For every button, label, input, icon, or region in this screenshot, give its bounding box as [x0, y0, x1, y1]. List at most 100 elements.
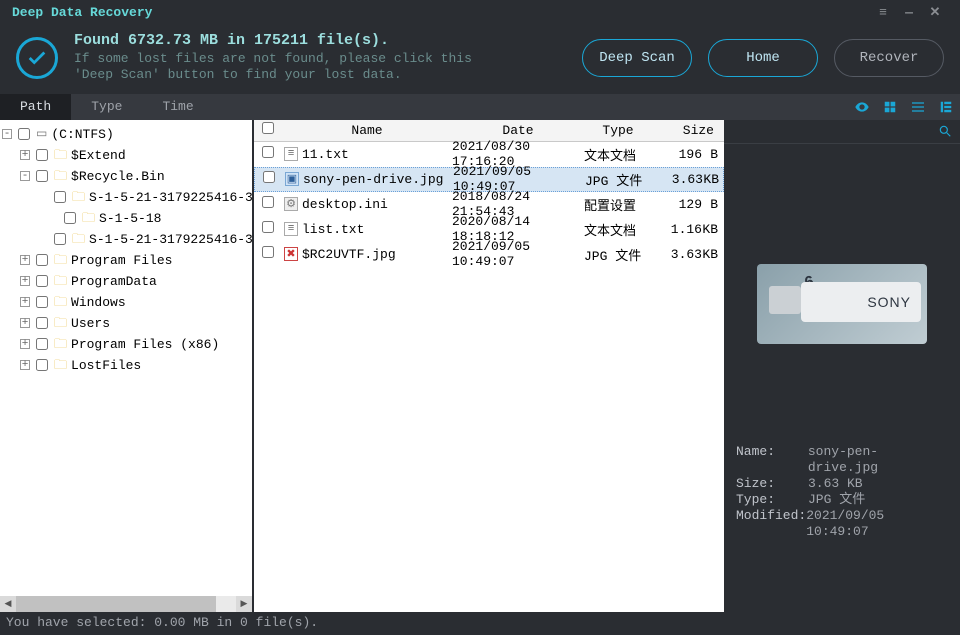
folder-icon: 🗀: [54, 355, 67, 376]
app-title: Deep Data Recovery: [12, 5, 152, 20]
folder-icon: 🗀: [54, 145, 67, 166]
col-date[interactable]: Date: [452, 123, 584, 138]
tree-item-program-files-x86[interactable]: +🗀Program Files (x86): [2, 334, 252, 355]
tree-item-lostfiles[interactable]: +🗀LostFiles: [2, 355, 252, 376]
col-type[interactable]: Type: [584, 123, 652, 138]
meta-name-key: Name:: [736, 444, 808, 476]
tree-checkbox[interactable]: [36, 170, 48, 182]
tab-time[interactable]: Time: [142, 94, 213, 120]
tab-path[interactable]: Path: [0, 94, 71, 120]
header-checkbox[interactable]: [262, 122, 274, 134]
minimize-icon[interactable]: —: [896, 0, 922, 24]
tree-label: Users: [71, 313, 110, 334]
tree-item-sid3[interactable]: 🗀S-1-5-21-3179225416-36: [2, 229, 252, 250]
scroll-thumb[interactable]: [16, 596, 216, 612]
tree-label: $Recycle.Bin: [71, 166, 165, 187]
tree-label: $Extend: [71, 145, 126, 166]
table-row[interactable]: ≡11.txt2021/08/30 17:16:20文本文档196B: [254, 142, 724, 167]
file-type: JPG 文件: [584, 245, 652, 264]
tree-label: S-1-5-21-3179225416-36: [89, 229, 252, 250]
tree-checkbox[interactable]: [64, 212, 76, 224]
file-size: 3.63: [652, 247, 702, 262]
folder-icon: 🗀: [54, 166, 67, 187]
file-type: JPG 文件: [585, 170, 653, 189]
tree-checkbox[interactable]: [36, 317, 48, 329]
tree-checkbox[interactable]: [54, 191, 66, 203]
usb-brand-label: SONY: [867, 294, 911, 310]
tree-label: S-1-5-21-3179225416-36: [89, 187, 252, 208]
recover-button[interactable]: Recover: [834, 39, 944, 77]
file-size: 3.63: [653, 172, 703, 187]
row-checkbox[interactable]: [262, 221, 274, 233]
search-icon[interactable]: [930, 124, 960, 138]
file-type: 配置设置: [584, 195, 652, 214]
close-icon[interactable]: ✕: [922, 0, 948, 24]
tree-label: Program Files (x86): [71, 334, 219, 355]
file-type: 文本文档: [584, 220, 652, 239]
tree-label: Program Files: [71, 250, 172, 271]
tree-item-sid2[interactable]: 🗀S-1-5-18: [2, 208, 252, 229]
table-row[interactable]: ▣sony-pen-drive.jpg2021/09/05 10:49:07JP…: [254, 167, 724, 192]
tree-label: S-1-5-18: [99, 208, 161, 229]
detail-pane: 6 SONY Name:sony-pen-drive.jpg Size:3.63…: [724, 120, 960, 612]
folder-icon: 🗀: [54, 334, 67, 355]
row-checkbox[interactable]: [263, 171, 275, 183]
file-size-unit: KB: [702, 247, 722, 262]
detail-view-icon[interactable]: [932, 94, 960, 120]
tree-item-extend[interactable]: +🗀$Extend: [2, 145, 252, 166]
list-view-icon[interactable]: [904, 94, 932, 120]
col-name[interactable]: Name: [282, 123, 452, 138]
tree-checkbox[interactable]: [36, 275, 48, 287]
grid-view-icon[interactable]: [876, 94, 904, 120]
tree-item-users[interactable]: +🗀Users: [2, 313, 252, 334]
summary-bar: Found 6732.73 MB in 175211 file(s). If s…: [0, 24, 960, 94]
meta-name-val: sony-pen-drive.jpg: [808, 444, 948, 476]
tree-checkbox[interactable]: [36, 149, 48, 161]
col-size[interactable]: Size: [652, 123, 722, 138]
checkmark-icon: [16, 37, 58, 79]
tree-checkbox[interactable]: [18, 128, 30, 140]
tree-checkbox[interactable]: [54, 233, 66, 245]
tree-root[interactable]: -▭(C:NTFS): [2, 124, 252, 145]
search-input[interactable]: [724, 124, 930, 138]
file-size-unit: B: [702, 147, 722, 162]
folder-icon: 🗀: [54, 313, 67, 334]
scroll-right-icon[interactable]: ▶: [236, 596, 252, 612]
meta-modified-key: Modified:: [736, 508, 806, 540]
tree-item-program-files[interactable]: +🗀Program Files: [2, 250, 252, 271]
folder-icon: 🗀: [54, 292, 67, 313]
tree-item-programdata[interactable]: +🗀ProgramData: [2, 271, 252, 292]
file-type: 文本文档: [584, 145, 652, 164]
meta-type-key: Type:: [736, 492, 808, 508]
status-text: You have selected: 0.00 MB in 0 file(s).: [6, 615, 318, 630]
tree-checkbox[interactable]: [36, 359, 48, 371]
row-checkbox[interactable]: [262, 246, 274, 258]
tree-item-sid1[interactable]: 🗀S-1-5-21-3179225416-36: [2, 187, 252, 208]
file-metadata: Name:sony-pen-drive.jpg Size:3.63 KB Typ…: [724, 444, 960, 612]
tree-item-windows[interactable]: +🗀Windows: [2, 292, 252, 313]
tree-checkbox[interactable]: [36, 254, 48, 266]
table-row[interactable]: ⚙desktop.ini2018/08/24 21:54:43配置设置129B: [254, 192, 724, 217]
table-row[interactable]: ≡list.txt2020/08/14 18:18:12文本文档1.16KB: [254, 217, 724, 242]
row-checkbox[interactable]: [262, 146, 274, 158]
deep-scan-button[interactable]: Deep Scan: [582, 39, 692, 77]
file-name: list.txt: [302, 222, 364, 237]
tree-item-recycle[interactable]: -🗀$Recycle.Bin: [2, 166, 252, 187]
row-checkbox[interactable]: [262, 196, 274, 208]
folder-icon: 🗀: [54, 271, 67, 292]
meta-type-val: JPG 文件: [808, 492, 865, 508]
tab-type[interactable]: Type: [71, 94, 142, 120]
tree-checkbox[interactable]: [36, 338, 48, 350]
drive-icon: ▭: [36, 124, 47, 145]
scroll-left-icon[interactable]: ◀: [0, 596, 16, 612]
home-button[interactable]: Home: [708, 39, 818, 77]
preview-thumbnail: 6 SONY: [757, 264, 927, 344]
file-size: 1.16: [652, 222, 702, 237]
file-size-unit: KB: [703, 172, 723, 187]
menu-icon[interactable]: ≡: [870, 0, 896, 24]
tree-hscrollbar[interactable]: ◀ ▶: [0, 596, 252, 612]
tree-checkbox[interactable]: [36, 296, 48, 308]
tree-label: (C:NTFS): [51, 124, 113, 145]
preview-toggle-icon[interactable]: [848, 94, 876, 120]
table-row[interactable]: ✖$RC2UVTF.jpg2021/09/05 10:49:07JPG 文件3.…: [254, 242, 724, 267]
